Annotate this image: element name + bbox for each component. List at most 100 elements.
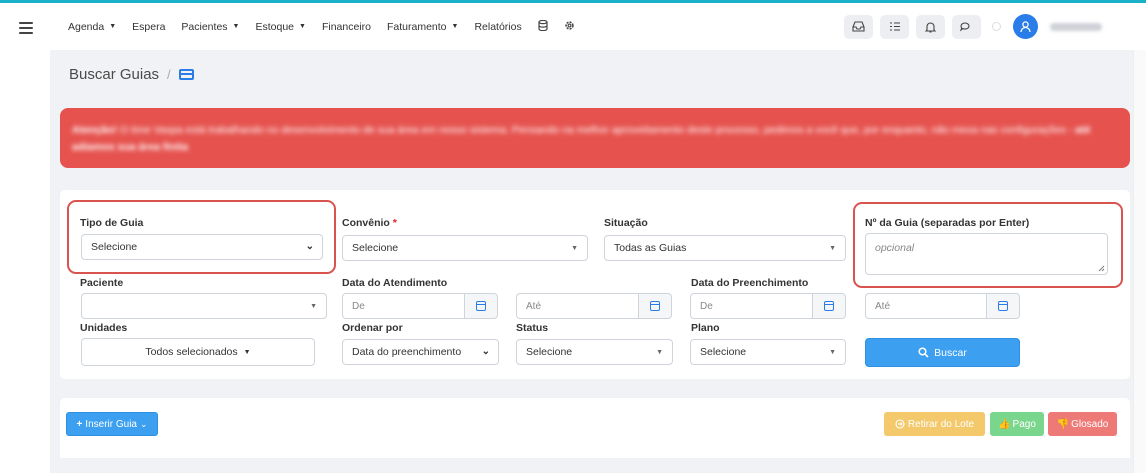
data-preenchimento-to[interactable]: Até	[865, 293, 1020, 319]
caret-down-icon: ▼	[829, 245, 836, 252]
denied-label: Glosado	[1071, 418, 1109, 430]
avatar[interactable]	[1013, 14, 1038, 39]
caret-down-icon: ▼	[571, 245, 578, 252]
nav-espera-label: Espera	[132, 20, 166, 33]
unidades-value: Todos selecionados	[145, 346, 238, 358]
required-mark: *	[392, 217, 397, 229]
navbar-right	[844, 3, 1146, 50]
inbox-icon[interactable]	[844, 14, 873, 39]
from-placeholder: De	[700, 300, 713, 312]
data-atendimento-from-input[interactable]: De	[342, 293, 464, 319]
alert-prefix: Atenção!	[72, 124, 117, 136]
nav-relatorios[interactable]: Relatórios	[474, 21, 521, 33]
menu-icon[interactable]	[19, 22, 33, 34]
calendar-button[interactable]	[812, 293, 846, 319]
ordenar-por-value: Data do preenchimento	[352, 346, 462, 358]
nav-faturamento[interactable]: Faturamento ▼	[387, 21, 458, 33]
nav-agenda-label: Agenda	[68, 20, 105, 33]
plano-label: Plano	[691, 322, 720, 334]
page-title: Buscar Guias	[69, 66, 160, 83]
data-preenchimento-from-input[interactable]: De	[690, 293, 812, 319]
insert-guide-label: Inserir Guia	[85, 418, 137, 430]
data-atendimento-label: Data do Atendimento	[342, 277, 448, 289]
alert-text: Atenção! O time Vaspa está trabalhando n…	[72, 122, 1118, 156]
unidades-multiselect[interactable]: Todos selecionados ▼	[81, 338, 315, 366]
highlight-tipo-guia	[67, 200, 336, 274]
username-blurred[interactable]	[1050, 22, 1102, 31]
paciente-label: Paciente	[80, 277, 124, 289]
data-preenchimento-from[interactable]: De	[690, 293, 846, 319]
paciente-select[interactable]: ▼	[81, 293, 327, 319]
nav-agenda[interactable]: Agenda ▼	[68, 21, 116, 33]
to-placeholder: Até	[526, 300, 542, 312]
plano-select[interactable]: Selecione ▼	[690, 339, 846, 365]
nav-estoque[interactable]: Estoque ▼	[255, 21, 305, 33]
calendar-icon	[650, 301, 660, 311]
main-content: Buscar Guias / Atenção! O time Vaspa est…	[50, 50, 1133, 473]
search-button[interactable]: Buscar	[865, 338, 1020, 367]
chevron-down-icon: ⌄	[139, 418, 148, 429]
remove-from-batch-label: Retirar do Lote	[907, 418, 975, 430]
nav-financeiro-label: Financeiro	[321, 20, 371, 33]
convenio-select[interactable]: Selecione ▼	[342, 235, 588, 261]
caret-down-icon: ▼	[232, 23, 240, 30]
breadcrumb-separator: /	[167, 67, 171, 82]
chevron-down-icon: ⌄	[481, 346, 490, 357]
nav-financeiro[interactable]: Financeiro	[322, 21, 371, 33]
situacao-label: Situação	[604, 217, 648, 229]
credit-card-icon	[178, 69, 194, 80]
card-bottom-spacer	[60, 458, 1130, 473]
data-atendimento-to[interactable]: Até	[516, 293, 672, 319]
calendar-button[interactable]	[638, 293, 672, 319]
data-atendimento-from[interactable]: De	[342, 293, 498, 319]
convenio-label: Convênio *	[342, 217, 397, 229]
convenio-label-text: Convênio	[342, 217, 390, 229]
caret-down-icon: ▼	[310, 303, 317, 310]
database-icon[interactable]	[538, 19, 548, 34]
nav-faturamento-label: Faturamento	[386, 20, 447, 33]
caret-down-icon: ▼	[656, 349, 663, 356]
data-preenchimento-to-input[interactable]: Até	[865, 293, 986, 319]
warning-alert: Atenção! O time Vaspa está trabalhando n…	[60, 108, 1130, 168]
bell-icon[interactable]	[916, 14, 945, 39]
situacao-select[interactable]: Todas as Guias ▼	[604, 235, 846, 261]
calendar-icon	[998, 301, 1008, 311]
paid-label: Pago	[1012, 418, 1036, 430]
paid-button[interactable]: 👍 Pago	[990, 412, 1044, 436]
actions-card: + Inserir Guia ⌄ Retirar do Lote 👍 Pago …	[60, 398, 1130, 473]
calendar-button[interactable]	[986, 293, 1020, 319]
situacao-value: Todas as Guias	[614, 242, 687, 254]
caret-down-icon: ▼	[451, 23, 459, 30]
to-placeholder: Até	[875, 300, 891, 312]
calendar-button[interactable]	[464, 293, 498, 319]
nav-pacientes[interactable]: Pacientes ▼	[181, 21, 239, 33]
search-icon	[918, 347, 929, 358]
caret-down-icon: ▼	[243, 348, 251, 356]
caret-down-icon: ▼	[109, 23, 117, 30]
checklist-icon[interactable]	[880, 14, 909, 39]
gear-icon[interactable]	[564, 20, 575, 34]
calendar-icon	[476, 301, 486, 311]
convenio-value: Selecione	[352, 242, 399, 254]
ordenar-por-select[interactable]: Data do preenchimento ⌄	[342, 339, 499, 365]
caret-down-icon: ▼	[829, 349, 836, 356]
circle-arrow-icon	[895, 419, 905, 429]
denied-button[interactable]: 👎 Glosado	[1048, 412, 1117, 436]
from-placeholder: De	[352, 300, 365, 312]
ordenar-por-label: Ordenar por	[342, 322, 403, 334]
nav-estoque-label: Estoque	[255, 20, 295, 33]
chat-icon[interactable]	[952, 14, 981, 39]
insert-guide-button[interactable]: + Inserir Guia ⌄	[66, 412, 158, 436]
unidades-label: Unidades	[80, 322, 128, 334]
nav-espera[interactable]: Espera	[132, 21, 165, 33]
caret-down-icon: ▼	[299, 23, 306, 30]
filter-card: Tipo de Guia Selecione ⌄ Convênio * Sele…	[60, 190, 1130, 379]
status-select[interactable]: Selecione ▼	[516, 339, 673, 365]
sidebar	[0, 3, 50, 473]
vertical-scrollbar[interactable]	[1133, 50, 1146, 473]
nav-pacientes-label: Pacientes	[181, 20, 228, 33]
status-value: Selecione	[526, 346, 573, 358]
thumbs-up-icon: 👍	[998, 418, 1011, 430]
data-atendimento-to-input[interactable]: Até	[516, 293, 638, 319]
remove-from-batch-button[interactable]: Retirar do Lote	[884, 412, 985, 436]
